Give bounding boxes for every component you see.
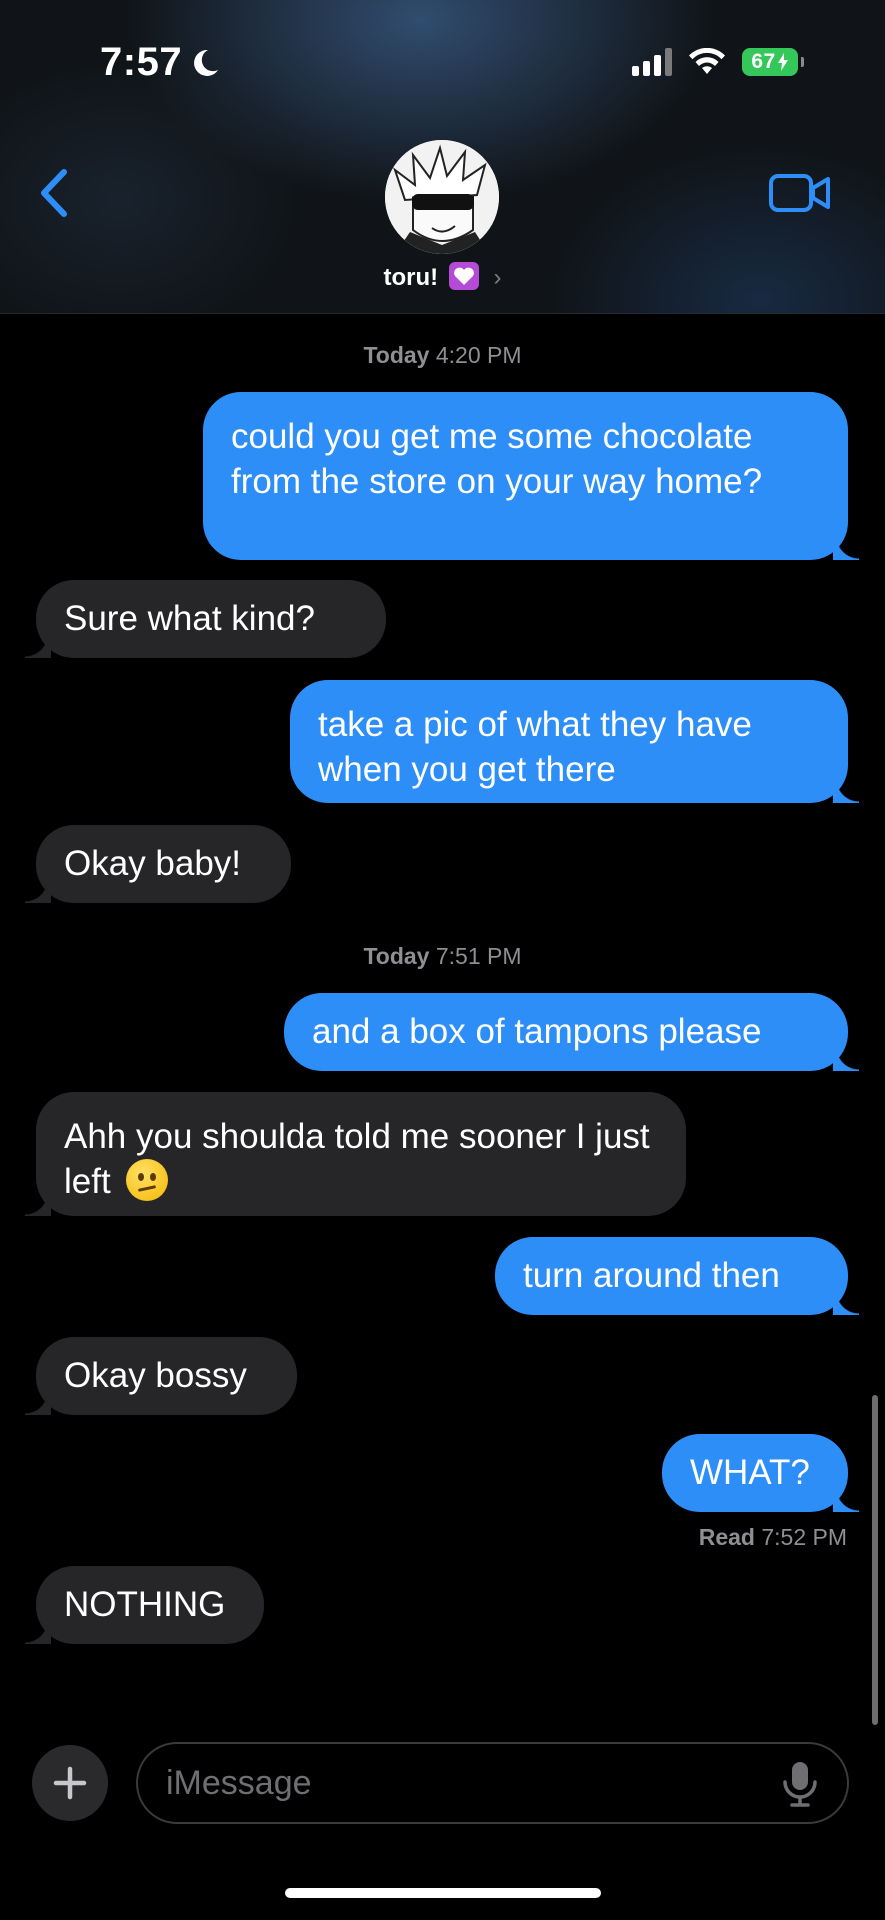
status-time: 7:57	[100, 40, 183, 84]
message-text: could you get me some chocolate from the…	[231, 417, 763, 501]
message-bubble-received[interactable]: Ahh you shoulda told me sooner I just le…	[25, 1092, 686, 1216]
timestamp: Today 7:51 PM	[0, 943, 885, 970]
message-bubble-sent[interactable]: turn around then	[495, 1237, 859, 1315]
message-bubble-received[interactable]: Okay bossy	[25, 1337, 297, 1415]
message-text: Okay baby!	[64, 844, 242, 883]
avatar-image	[385, 140, 499, 254]
message-bubble-received[interactable]: Sure what kind?	[25, 580, 386, 658]
conversation-header: 7:57 67 toru! ›	[0, 0, 885, 314]
message-text: take a pic of what they have when you ge…	[318, 705, 752, 789]
message-text: Okay bossy	[64, 1356, 247, 1395]
cellular-signal-icon	[632, 48, 672, 76]
message-bubble-received[interactable]: Okay baby!	[25, 825, 291, 903]
timestamp-day: Today	[363, 943, 430, 969]
timestamp-time: 7:51 PM	[435, 943, 522, 969]
message-bubble-received[interactable]: NOTHING	[25, 1566, 264, 1644]
contact-name: toru!	[383, 264, 439, 291]
video-call-icon[interactable]	[768, 172, 832, 214]
scrollbar[interactable]	[872, 1395, 878, 1725]
plus-icon	[53, 1766, 87, 1800]
read-receipt: Read 7:52 PM	[699, 1524, 847, 1551]
timestamp: Today 4:20 PM	[0, 342, 885, 369]
message-text: NOTHING	[64, 1585, 226, 1624]
imessage-input[interactable]	[136, 1742, 849, 1824]
message-text: Sure what kind?	[64, 599, 315, 638]
timestamp-day: Today	[363, 342, 430, 368]
focus-moon-icon	[194, 49, 219, 76]
back-chevron-icon[interactable]	[36, 168, 74, 218]
add-attachment-button[interactable]	[32, 1745, 108, 1821]
message-text: and a box of tampons please	[312, 1012, 762, 1051]
battery-indicator: 67	[742, 48, 804, 76]
battery-level: 67	[751, 50, 776, 73]
read-receipt-time: 7:52 PM	[761, 1524, 847, 1550]
microphone-icon[interactable]	[780, 1760, 820, 1808]
message-bubble-sent[interactable]: and a box of tampons please	[284, 993, 859, 1071]
status-clock: 7:57	[100, 40, 222, 85]
message-bubble-sent[interactable]: could you get me some chocolate from the…	[203, 392, 859, 560]
charging-bolt-icon	[777, 53, 788, 71]
home-indicator[interactable]	[285, 1888, 601, 1898]
contact-name-row[interactable]: toru! ›	[0, 262, 885, 292]
message-text: WHAT?	[690, 1453, 810, 1492]
confused-face-emoji-icon	[126, 1159, 169, 1201]
message-text: turn around then	[523, 1256, 780, 1295]
contact-avatar[interactable]	[385, 140, 499, 254]
message-bubble-sent[interactable]: take a pic of what they have when you ge…	[290, 680, 859, 803]
read-receipt-label: Read	[698, 1524, 755, 1550]
message-bubble-sent[interactable]: WHAT?	[662, 1434, 859, 1512]
heart-emoji-icon	[448, 262, 479, 290]
status-indicators: 67	[632, 48, 804, 76]
timestamp-time: 4:20 PM	[435, 342, 522, 368]
chevron-right-icon: ›	[493, 264, 502, 291]
wifi-icon	[689, 48, 725, 74]
